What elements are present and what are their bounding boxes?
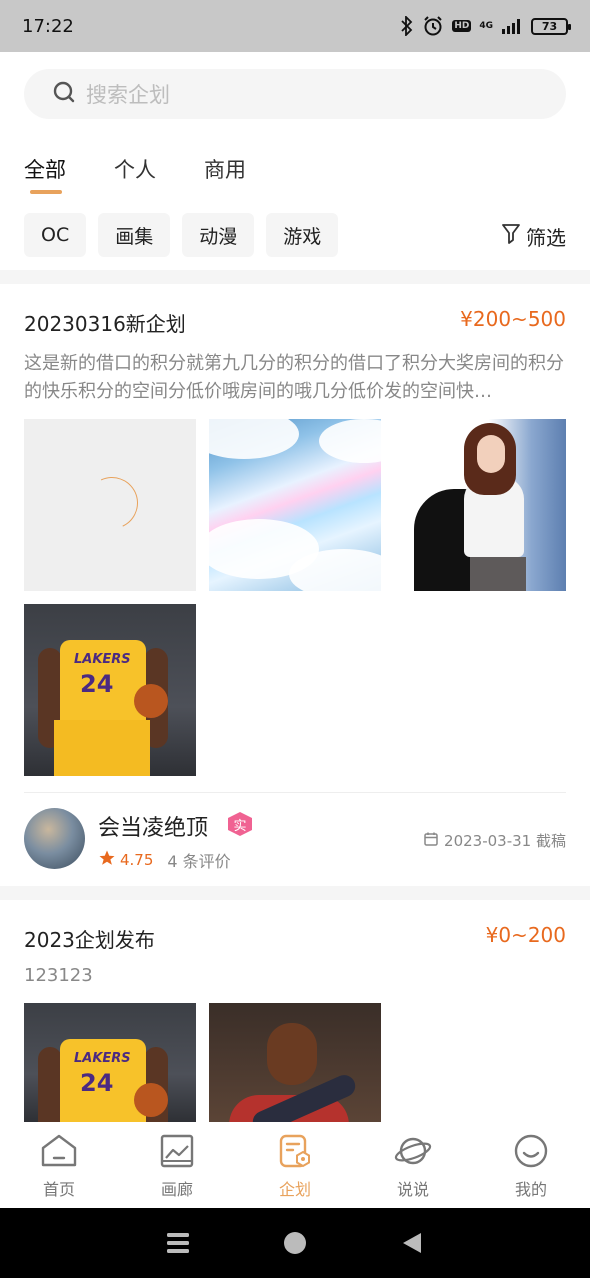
author-name[interactable]: 会当凌绝顶: [98, 810, 208, 842]
bluetooth-icon: [400, 16, 414, 36]
jersey-team-mark: LAKERS: [74, 652, 131, 667]
cloud-shape: [319, 419, 381, 463]
basketball-shape: [134, 684, 168, 718]
author-row: 会当凌绝顶 实 4.75 4 条评价 2023-03-31 截稿: [0, 808, 590, 878]
app-screen: 17:22 HD 4G 73 搜索企划 全部 个人 商用 OC 画集 动漫 游戏…: [0, 0, 590, 1278]
back-button[interactable]: [392, 1223, 432, 1263]
review-count: 4 条评价: [167, 852, 231, 871]
menu-icon: [167, 1233, 190, 1253]
smile-icon: [514, 1134, 548, 1172]
status-time: 17:22: [22, 15, 74, 37]
filter-label: 筛选: [526, 226, 566, 250]
filter-button[interactable]: 筛选: [502, 222, 566, 251]
nav-plan[interactable]: 企划: [236, 1122, 354, 1208]
tag-chips: OC 画集 动漫 游戏: [24, 213, 339, 257]
player-head: [267, 1023, 317, 1085]
player-arm: [38, 1047, 62, 1122]
search-input[interactable]: 搜索企划: [24, 69, 566, 119]
deadline-text: 2023-03-31 截稿: [444, 832, 566, 850]
category-tabs: 全部 个人 商用: [24, 154, 246, 198]
tab-active-indicator: [30, 190, 62, 194]
card-image-basketball[interactable]: LAKERS 24: [24, 1003, 196, 1122]
basketball-shape: [134, 1083, 168, 1117]
gallery-icon: [160, 1134, 194, 1172]
nav-label: 首页: [42, 1180, 75, 1199]
plan-icon: [278, 1134, 312, 1172]
status-icons: HD 4G 73: [400, 15, 571, 37]
status-bar: 17:22 HD 4G 73: [0, 0, 590, 52]
battery-level: 73: [541, 19, 558, 33]
card-image-loading[interactable]: [24, 419, 196, 591]
nav-label: 企划: [278, 1180, 311, 1199]
nav-gallery[interactable]: 画廊: [118, 1122, 236, 1208]
tab-label: 全部: [24, 158, 66, 182]
card-image-player[interactable]: [209, 1003, 381, 1122]
planet-icon: [394, 1134, 432, 1172]
nav-label: 说说: [396, 1180, 429, 1199]
verified-badge: 实: [228, 812, 252, 836]
nav-mine[interactable]: 我的: [472, 1122, 590, 1208]
network-type: 4G: [479, 20, 493, 31]
nav-home[interactable]: 首页: [0, 1122, 118, 1208]
card-description: 123123: [24, 965, 93, 986]
jersey-number-mark: 24: [80, 1069, 114, 1097]
circle-icon: [283, 1232, 306, 1254]
search-placeholder: 搜索企划: [86, 83, 170, 107]
tab-commercial[interactable]: 商用: [204, 154, 246, 194]
chip-oc[interactable]: OC: [24, 213, 87, 257]
card-price: ¥200~500: [460, 307, 566, 331]
tab-label: 商用: [204, 158, 246, 182]
home-button[interactable]: [275, 1223, 315, 1263]
alarm-icon: [422, 15, 444, 37]
plan-card[interactable]: 2023企划发布 ¥0~200 123123 LAKERS 24: [0, 900, 590, 1122]
jersey-team-mark: LAKERS: [74, 1051, 131, 1066]
nav-label: 我的: [514, 1180, 547, 1199]
nav-label: 画廊: [160, 1180, 193, 1199]
home-icon: [40, 1134, 78, 1172]
author-rating: 4.75 4 条评价: [98, 848, 231, 872]
chip-artbook[interactable]: 画集: [98, 213, 171, 257]
loading-spinner: [78, 469, 146, 537]
card-title: 2023企划发布: [24, 928, 155, 952]
star-icon: [98, 849, 116, 871]
bottom-nav: 首页 画廊 企划 说说 我的: [0, 1122, 590, 1208]
search-icon: [52, 80, 76, 108]
back-triangle-icon: [402, 1233, 421, 1253]
chip-game[interactable]: 游戏: [266, 213, 339, 257]
card-image-rainbow[interactable]: [209, 419, 381, 591]
rating-score: 4.75: [120, 851, 154, 869]
tab-all[interactable]: 全部: [24, 154, 66, 194]
player-shorts: [54, 720, 150, 776]
chip-anime[interactable]: 动漫: [182, 213, 255, 257]
calendar-icon: [424, 832, 438, 850]
signal-icon: [501, 18, 523, 34]
section-divider: [0, 270, 590, 284]
battery-icon: 73: [531, 17, 571, 35]
card-description: 这是新的借口的积分就第九几分的积分的借口了积分大奖房间的积分的快乐积分的空间分低…: [24, 353, 564, 402]
hd-icon: HD: [452, 20, 472, 32]
deadline: 2023-03-31 截稿: [424, 830, 566, 851]
portrait-skirt: [470, 557, 526, 591]
nav-talk[interactable]: 说说: [354, 1122, 472, 1208]
card-price: ¥0~200: [485, 923, 566, 947]
tab-personal[interactable]: 个人: [114, 154, 156, 194]
plan-card[interactable]: 20230316新企划 ¥200~500 这是新的借口的积分就第九几分的积分的借…: [0, 284, 590, 884]
funnel-icon: [502, 223, 520, 250]
portrait-face: [477, 435, 505, 473]
card-image-basketball[interactable]: LAKERS 24: [24, 604, 196, 776]
card-title: 20230316新企划: [24, 312, 186, 336]
tab-label: 个人: [114, 158, 156, 182]
network-label: 4G: [479, 20, 493, 31]
recent-apps-button[interactable]: [158, 1223, 198, 1263]
cloud-shape: [209, 419, 299, 459]
card-image-portrait[interactable]: [394, 419, 566, 591]
avatar[interactable]: [24, 808, 85, 869]
card-separator: [24, 792, 566, 793]
jersey-number-mark: 24: [80, 670, 114, 698]
section-divider: [0, 886, 590, 900]
system-nav-bar: [0, 1208, 590, 1278]
